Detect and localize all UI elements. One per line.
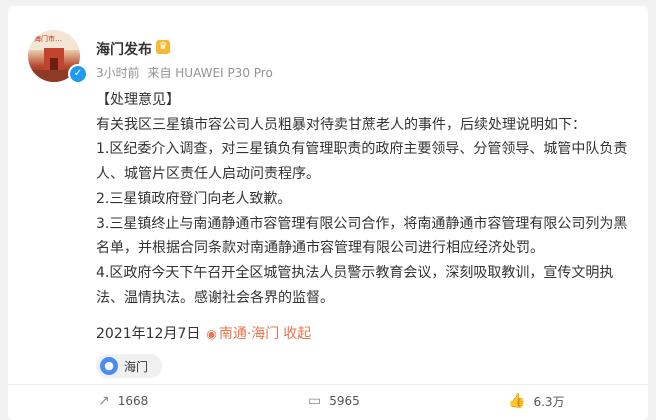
place-chip[interactable]: ● 海门 [96,354,162,378]
repost-icon: ↗ [98,393,110,409]
avatar-gate [44,48,64,70]
author-name[interactable]: 海门发布 [96,39,152,59]
like-button[interactable]: 👍 6.3万 [508,390,565,412]
like-icon: 👍 [508,393,526,409]
post-date-line: 2021年12月7日 ◉ 南通·海门 收起 [96,323,311,343]
collapse-link[interactable]: 收起 [283,326,311,342]
post-meta: 3小时前 来自 HUAWEI P30 Pro [96,64,277,81]
post-body: 【处理意见】 有关我区三星镇市容公司人员粗暴对待卖甘蔗老人的事件，后续处理说明如… [96,88,636,310]
post-location[interactable]: 南通·海门 [219,326,279,342]
repost-button[interactable]: ↗ 1668 [98,390,148,412]
place-label: 海门 [124,360,149,374]
place-pin-icon: ● [100,357,118,375]
weibo-post-card: 海门市… ✓ 海门发布 ♛ 3小时前 来自 HUAWEI P30 Pro 【处理… [8,6,648,420]
post-time[interactable]: 3小时前 [96,66,140,80]
post-source: 来自 HUAWEI P30 Pro [147,66,273,80]
comment-count: 5965 [329,394,360,408]
action-divider [8,384,648,385]
comment-button[interactable]: ▭ 5965 [308,390,360,412]
crown-icon[interactable]: ♛ [156,40,170,54]
post-item-3: 3.三星镇终止与南通静通市容管理有限公司合作，将南通静通市容管理有限公司列为黑名… [96,215,628,257]
post-item-2: 2.三星镇政府登门向老人致歉。 [96,190,292,207]
like-count: 6.3万 [533,394,565,409]
post-item-4: 4.区政府今天下午召开全区城管执法人员警示教育会议，深刻吸取教训，宣传文明执法、… [96,264,614,306]
post-date: 2021年12月7日 [96,326,201,342]
post-intro: 有关我区三星镇市容公司人员粗暴对待卖甘蔗老人的事件，后续处理说明如下： [96,116,586,133]
comment-icon: ▭ [308,393,322,409]
verified-badge-icon: ✓ [68,64,88,84]
avatar-banner-text: 海门市… [34,35,62,43]
post-item-1: 1.区纪委介入调查，对三星镇负有管理职责的政府主要领导、分管领导、城管中队负责人… [96,141,628,183]
location-pin-icon: ◉ [206,327,217,341]
post-heading: 【处理意见】 [96,92,180,108]
repost-count: 1668 [117,394,149,408]
